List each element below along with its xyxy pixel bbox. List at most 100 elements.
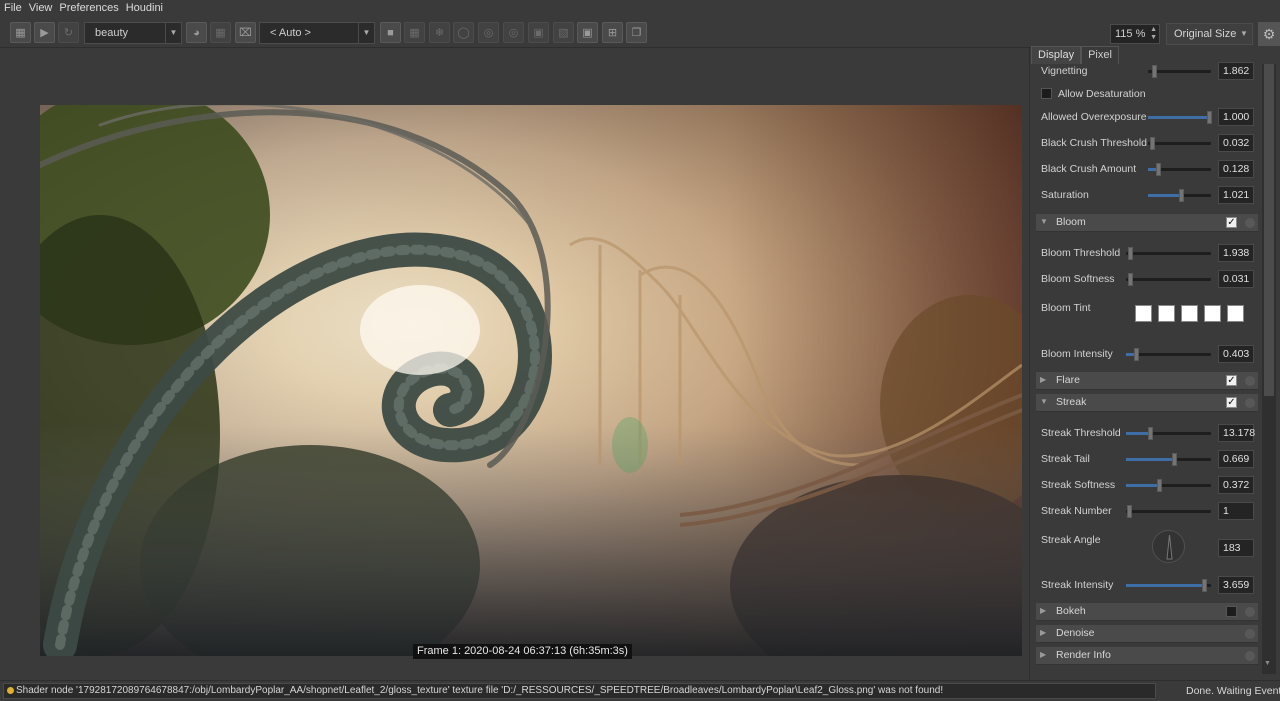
- streak-angle-field[interactable]: 183: [1218, 539, 1254, 557]
- streak-enable-checkbox[interactable]: ✓: [1226, 397, 1237, 408]
- slider-fill: [1148, 116, 1210, 119]
- bloom-tint-swatch-4[interactable]: [1204, 305, 1221, 322]
- streak-section-header[interactable]: ▼ Streak ✓: [1036, 394, 1258, 412]
- refresh-icon[interactable]: ↻: [58, 22, 79, 43]
- bloom-section-header[interactable]: ▼ Bloom ✓: [1036, 214, 1258, 232]
- slider-knob[interactable]: [1127, 505, 1132, 518]
- reset-dot-icon[interactable]: [1245, 218, 1255, 228]
- vignetting-field[interactable]: 1.862: [1218, 62, 1254, 80]
- tab-display[interactable]: Display: [1031, 46, 1082, 64]
- menu-preferences[interactable]: Preferences: [59, 2, 118, 14]
- camera-select[interactable]: < Auto > ▼: [259, 22, 375, 44]
- black-crush-threshold-field[interactable]: 0.032: [1218, 134, 1254, 152]
- reset-dot-icon[interactable]: [1245, 398, 1255, 408]
- spinner-icon[interactable]: ▲ ▼: [1150, 26, 1157, 42]
- bloom-tint-swatch-5[interactable]: [1227, 305, 1244, 322]
- bloom-threshold-field[interactable]: 1.938: [1218, 244, 1254, 262]
- slider-knob[interactable]: [1150, 137, 1155, 150]
- region-icon[interactable]: ◯: [453, 22, 474, 43]
- streak-softness-slider[interactable]: [1126, 479, 1211, 492]
- streak-tail-slider[interactable]: [1126, 453, 1211, 466]
- streak-intensity-field[interactable]: 3.659: [1218, 576, 1254, 594]
- copy-icon[interactable]: ❐: [626, 22, 647, 43]
- zoom-field[interactable]: 115 % ▲ ▼: [1110, 24, 1160, 44]
- streak-softness-field[interactable]: 0.372: [1218, 476, 1254, 494]
- bloom-threshold-slider[interactable]: [1126, 247, 1211, 260]
- slider-knob[interactable]: [1207, 111, 1212, 124]
- reset-dot-icon[interactable]: [1245, 651, 1255, 661]
- add-snapshot-icon[interactable]: ⊞: [602, 22, 623, 43]
- aov-select[interactable]: beauty ▼: [84, 22, 182, 44]
- bloom-softness-field[interactable]: 0.031: [1218, 270, 1254, 288]
- render-viewport[interactable]: [0, 48, 1030, 680]
- streak-threshold-field[interactable]: 13.178: [1218, 424, 1255, 442]
- slider-fill: [1148, 194, 1181, 197]
- bokeh-section-header[interactable]: ▶ Bokeh: [1036, 603, 1258, 621]
- scroll-down-icon[interactable]: ▼: [1264, 660, 1271, 667]
- flare-section-header[interactable]: ▶ Flare ✓: [1036, 372, 1258, 390]
- focus-icon[interactable]: ◎: [478, 22, 499, 43]
- slider-knob[interactable]: [1202, 579, 1207, 592]
- tab-pixel[interactable]: Pixel: [1081, 46, 1119, 64]
- scrollbar-thumb[interactable]: [1264, 64, 1274, 396]
- slider-knob[interactable]: [1148, 427, 1153, 440]
- vignetting-slider[interactable]: [1148, 65, 1211, 78]
- saturation-slider[interactable]: [1148, 189, 1211, 202]
- snapshot-icon[interactable]: ▣: [577, 22, 598, 43]
- black-crush-amount-slider[interactable]: [1148, 163, 1211, 176]
- bloom-intensity-slider[interactable]: [1126, 348, 1211, 361]
- reset-dot-icon[interactable]: [1245, 629, 1255, 639]
- bokeh-enable-checkbox[interactable]: [1226, 606, 1237, 617]
- tiles-icon[interactable]: ▦: [404, 22, 425, 43]
- crop-icon[interactable]: ⌧: [235, 22, 256, 43]
- bloom-softness-slider[interactable]: [1126, 273, 1211, 286]
- slider-knob[interactable]: [1156, 163, 1161, 176]
- lock-icon[interactable]: ■: [380, 22, 401, 43]
- slider-knob[interactable]: [1172, 453, 1177, 466]
- slider-knob[interactable]: [1128, 247, 1133, 260]
- panel-scrollbar[interactable]: [1262, 64, 1276, 674]
- allowed-overexposure-field[interactable]: 1.000: [1218, 108, 1254, 126]
- slider-knob[interactable]: [1157, 479, 1162, 492]
- play-icon[interactable]: ▶: [34, 22, 55, 43]
- compare-icon[interactable]: ▧: [553, 22, 574, 43]
- snowflake-icon[interactable]: ❄: [429, 22, 450, 43]
- bloom-tint-swatch-1[interactable]: [1135, 305, 1152, 322]
- grid-icon[interactable]: ▦: [210, 22, 231, 43]
- reset-dot-icon[interactable]: [1245, 607, 1255, 617]
- status-message-box[interactable]: Shader node '17928172089764678847:/obj/L…: [3, 683, 1156, 699]
- streak-angle-dial[interactable]: [1152, 530, 1185, 563]
- streak-threshold-slider[interactable]: [1126, 427, 1211, 440]
- size-mode-select[interactable]: Original Size ▼: [1166, 23, 1253, 45]
- denoise-section-header[interactable]: ▶ Denoise: [1036, 625, 1258, 643]
- slider-knob[interactable]: [1179, 189, 1184, 202]
- fit-icon[interactable]: ▣: [528, 22, 549, 43]
- render-image[interactable]: [40, 105, 1022, 656]
- streak-number-slider[interactable]: [1126, 505, 1211, 518]
- allowed-overexposure-slider[interactable]: [1148, 111, 1212, 124]
- streak-tail-field[interactable]: 0.669: [1218, 450, 1254, 468]
- gear-icon[interactable]: ⚙: [1258, 22, 1280, 46]
- slider-knob[interactable]: [1128, 273, 1133, 286]
- bloom-enable-checkbox[interactable]: ✓: [1226, 217, 1237, 228]
- render-info-section-header[interactable]: ▶ Render Info: [1036, 647, 1258, 665]
- slider-knob[interactable]: [1152, 65, 1157, 78]
- menu-file[interactable]: File: [4, 2, 22, 14]
- menu-view[interactable]: View: [29, 2, 53, 14]
- reset-dot-icon[interactable]: [1245, 376, 1255, 386]
- menu-houdini[interactable]: Houdini: [126, 2, 163, 14]
- black-crush-threshold-slider[interactable]: [1148, 137, 1211, 150]
- clapperboard-icon[interactable]: ▦: [10, 22, 31, 43]
- slider-knob[interactable]: [1134, 348, 1139, 361]
- target-icon[interactable]: ◎: [503, 22, 524, 43]
- flare-enable-checkbox[interactable]: ✓: [1226, 375, 1237, 386]
- allow-desaturation-checkbox[interactable]: [1041, 88, 1052, 99]
- bloom-tint-swatch-2[interactable]: [1158, 305, 1175, 322]
- streak-intensity-slider[interactable]: [1126, 579, 1211, 592]
- streak-number-field[interactable]: 1: [1218, 502, 1254, 520]
- bloom-tint-swatch-3[interactable]: [1181, 305, 1198, 322]
- channel-icon[interactable]: ◕: [186, 22, 207, 43]
- saturation-field[interactable]: 1.021: [1218, 186, 1254, 204]
- black-crush-amount-field[interactable]: 0.128: [1218, 160, 1254, 178]
- bloom-intensity-field[interactable]: 0.403: [1218, 345, 1254, 363]
